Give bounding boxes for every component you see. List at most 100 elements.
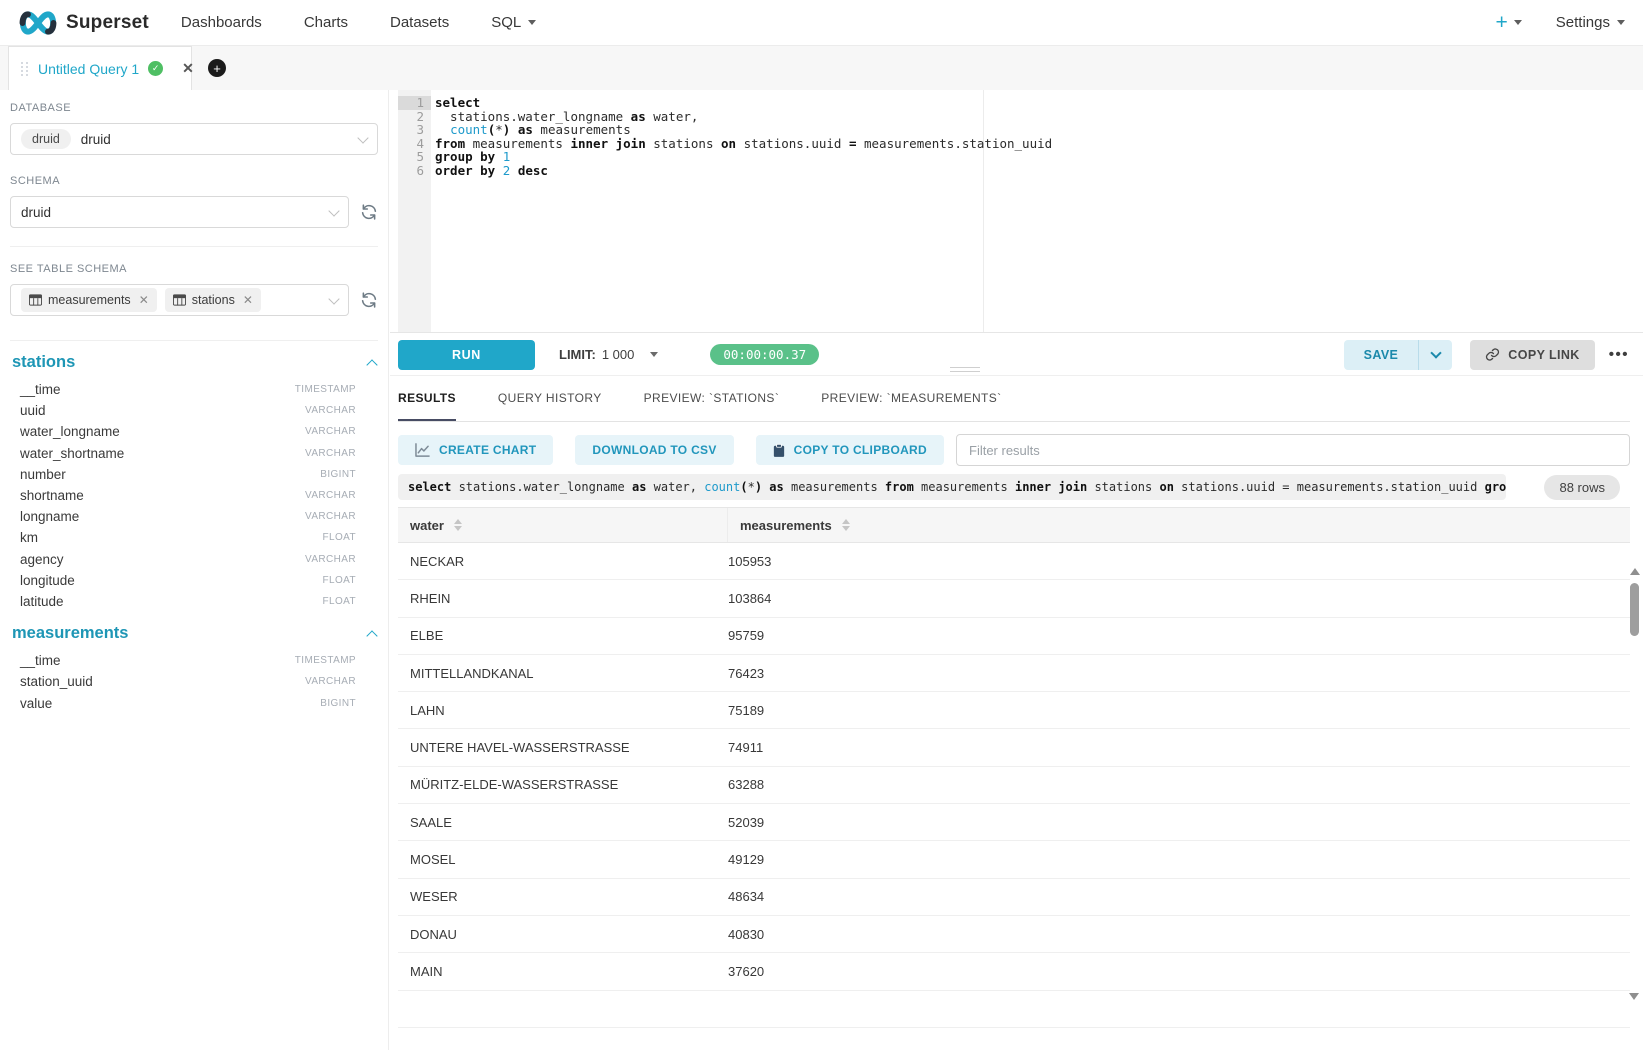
- column-row: water_longnameVARCHAR: [20, 421, 356, 442]
- sql-token: measurements.station_uuid: [856, 136, 1052, 151]
- nav-item-dashboards[interactable]: Dashboards: [181, 14, 262, 31]
- more-options-button[interactable]: •••: [1609, 346, 1629, 363]
- table-row-empty: [398, 1028, 1630, 1050]
- sql-editor[interactable]: 123456 select stations.water_longname as…: [390, 90, 1643, 333]
- save-button[interactable]: SAVE: [1344, 340, 1419, 370]
- column-type: FLOAT: [323, 596, 356, 607]
- schema-table-name[interactable]: measurements: [12, 624, 128, 643]
- superset-brand[interactable]: Superset: [18, 10, 149, 36]
- column-row: uuidVARCHAR: [20, 400, 356, 421]
- refresh-schema-icon[interactable]: [360, 203, 378, 221]
- copy-link-button[interactable]: COPY LINK: [1470, 340, 1594, 370]
- sql-token: stations.uuid = measurements.station_uui…: [1174, 480, 1485, 494]
- sql-token: select: [408, 480, 451, 494]
- line-number: 6: [398, 164, 431, 178]
- line-number: 2: [398, 110, 431, 124]
- chevron-down-icon: [328, 205, 339, 216]
- download-csv-button[interactable]: DOWNLOAD TO CSV: [575, 435, 733, 465]
- sql-token: *: [748, 480, 755, 494]
- main-nav: Dashboards Charts Datasets SQL: [181, 14, 536, 31]
- chevron-down-icon: [1617, 20, 1625, 25]
- column-row: longnameVARCHAR: [20, 506, 356, 527]
- sort-icon[interactable]: [454, 519, 462, 531]
- settings-menu[interactable]: Settings: [1556, 14, 1625, 31]
- results-scrollbar[interactable]: [1628, 566, 1641, 1002]
- superset-logo-icon: [18, 10, 58, 36]
- schema-table-name[interactable]: stations: [12, 353, 75, 372]
- chevron-up-icon[interactable]: [366, 359, 377, 370]
- scrollbar-thumb[interactable]: [1630, 583, 1639, 636]
- nav-item-charts[interactable]: Charts: [304, 14, 348, 31]
- chevron-up-icon[interactable]: [366, 630, 377, 641]
- editor-code[interactable]: select stations.water_longname as water,…: [435, 90, 1643, 332]
- column-name: water_shortname: [20, 446, 124, 461]
- database-type-badge: druid: [21, 129, 71, 149]
- scroll-up-icon[interactable]: [1630, 568, 1640, 575]
- scroll-down-icon[interactable]: [1629, 993, 1639, 1000]
- sql-token: from: [885, 480, 914, 494]
- sql-token: ): [755, 480, 762, 494]
- new-item-menu[interactable]: +: [1496, 11, 1522, 35]
- table-chip-stations[interactable]: stations✕: [165, 288, 261, 312]
- water-cell: MITTELLANDKANAL: [398, 666, 728, 681]
- column-row: numberBIGINT: [20, 464, 356, 485]
- nav-item-sql[interactable]: SQL: [491, 14, 536, 31]
- code-line: from measurements inner join stations on…: [435, 137, 1643, 151]
- copy-to-clipboard-button[interactable]: COPY TO CLIPBOARD: [756, 435, 944, 465]
- remove-chip-icon[interactable]: ✕: [139, 293, 149, 307]
- run-button[interactable]: RUN: [398, 340, 535, 370]
- table-chip-measurements[interactable]: measurements✕: [21, 288, 157, 312]
- new-tab-button[interactable]: +: [208, 59, 226, 77]
- table-schema-select[interactable]: measurements✕ stations✕: [10, 284, 349, 316]
- tab-preview-measurements[interactable]: PREVIEW: `MEASUREMENTS`: [821, 376, 1001, 421]
- sql-token: water,: [646, 480, 704, 494]
- database-value: druid: [81, 132, 111, 147]
- column-type: VARCHAR: [305, 676, 356, 687]
- schema-section-measurements: measurements: [10, 624, 378, 643]
- column-type: VARCHAR: [305, 426, 356, 437]
- save-split-button: SAVE: [1344, 340, 1453, 370]
- table-row: SAALE52039: [398, 804, 1630, 841]
- table-schema-sections: stations__timeTIMESTAMPuuidVARCHARwater_…: [10, 353, 378, 714]
- query-tab-title[interactable]: Untitled Query 1: [38, 61, 139, 77]
- sql-token: count: [704, 480, 740, 494]
- nav-item-datasets[interactable]: Datasets: [390, 14, 449, 31]
- sql-token: order by: [435, 163, 495, 178]
- limit-label: LIMIT:: [559, 347, 596, 362]
- drag-handle-icon[interactable]: [21, 62, 29, 76]
- tab-untitled-query-1[interactable]: Untitled Query 1 ✓ ✕: [8, 46, 192, 90]
- create-chart-button[interactable]: CREATE CHART: [398, 435, 553, 465]
- table-row: MAIN37620: [398, 953, 1630, 990]
- water-cell: WESER: [398, 889, 728, 904]
- column-name: __time: [20, 382, 61, 397]
- tab-query-history[interactable]: QUERY HISTORY: [498, 376, 602, 421]
- chevron-down-icon: [528, 20, 536, 25]
- save-options-button[interactable]: [1418, 340, 1452, 370]
- column-type: FLOAT: [323, 575, 356, 586]
- limit-dropdown[interactable]: LIMIT: 1 000: [559, 347, 658, 362]
- column-name: longitude: [20, 573, 75, 588]
- results-table-body: NECKAR105953RHEIN103864ELBE95759MITTELLA…: [398, 543, 1630, 1050]
- table-icon: [173, 294, 186, 306]
- column-name: shortname: [20, 488, 84, 503]
- filter-results-input[interactable]: [956, 434, 1630, 466]
- divider: [10, 246, 378, 247]
- sql-token: as: [769, 480, 783, 494]
- table-row: UNTERE HAVEL-WASSERSTRASSE74911: [398, 729, 1630, 766]
- column-name: uuid: [20, 403, 46, 418]
- water-cell: NECKAR: [398, 554, 728, 569]
- table-row: LAHN75189: [398, 692, 1630, 729]
- sql-token: desc: [518, 163, 548, 178]
- tab-preview-stations[interactable]: PREVIEW: `STATIONS`: [644, 376, 780, 421]
- column-header-measurements[interactable]: measurements: [728, 508, 1630, 542]
- database-select[interactable]: druid druid: [10, 123, 378, 155]
- remove-chip-icon[interactable]: ✕: [243, 293, 253, 307]
- schema-select[interactable]: druid: [10, 196, 349, 228]
- sqllab-sidebar: DATABASE druid druid SCHEMA druid SEE TA…: [0, 90, 389, 1050]
- table-row: WESER48634: [398, 879, 1630, 916]
- pane-splitter-handle[interactable]: [950, 367, 980, 375]
- column-header-water[interactable]: water: [398, 508, 728, 542]
- refresh-tables-icon[interactable]: [360, 291, 378, 309]
- sort-icon[interactable]: [842, 519, 850, 531]
- tab-results[interactable]: RESULTS: [398, 376, 456, 421]
